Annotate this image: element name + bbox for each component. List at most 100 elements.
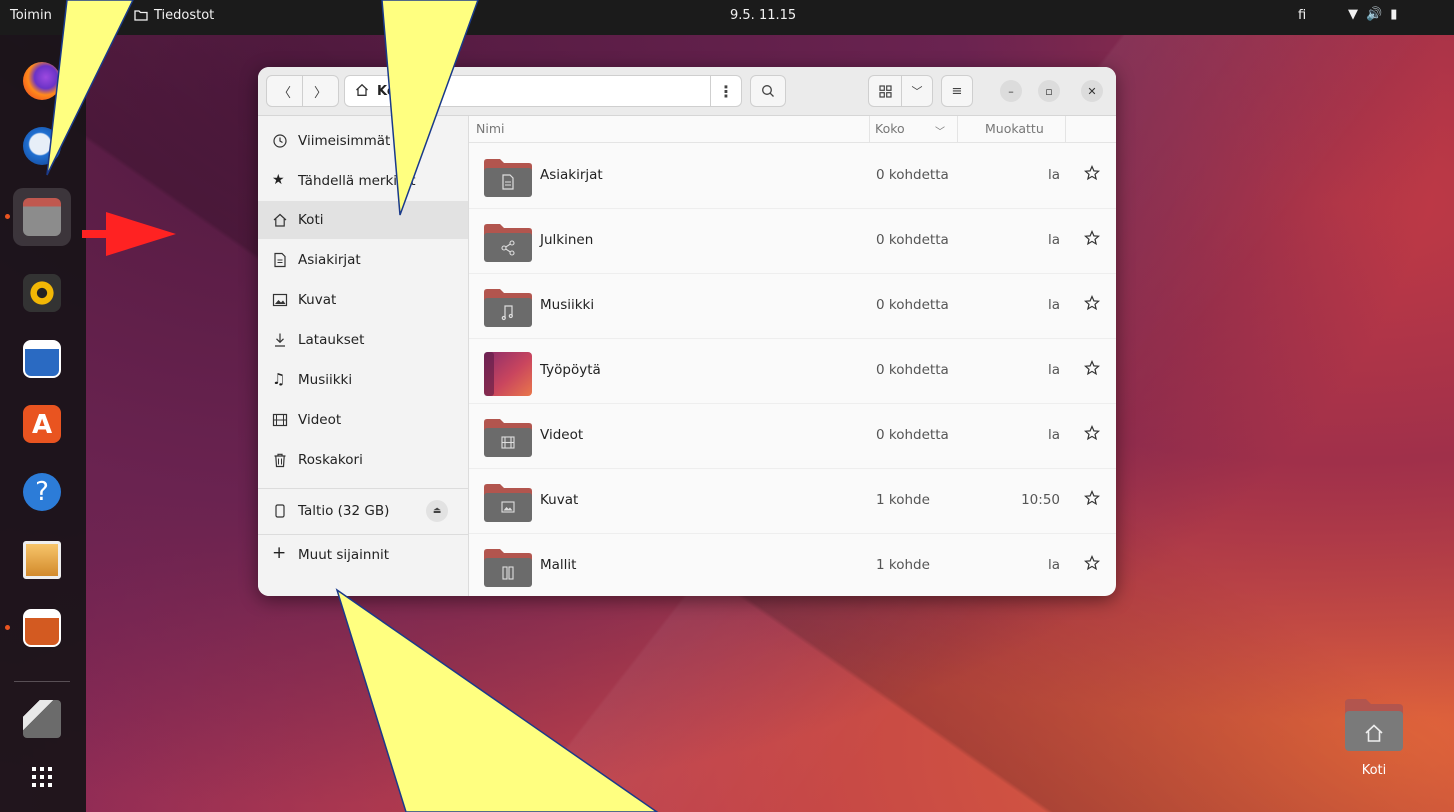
dock-thunderbird[interactable]	[13, 117, 71, 175]
sidebar-item-starred[interactable]: ★ Tähdellä merkityt	[258, 162, 468, 200]
sidebar-item-label: Musiikki	[298, 372, 353, 388]
chevron-left-icon: 〈	[277, 85, 291, 101]
file-row[interactable]: Musiikki 0 kohdetta la	[469, 273, 1116, 339]
clock-icon	[273, 134, 287, 148]
column-divider	[869, 116, 870, 142]
column-size[interactable]: Koko	[875, 121, 905, 136]
column-divider	[1065, 116, 1066, 142]
sidebar-item-recent[interactable]: Viimeisimmät	[258, 122, 468, 160]
file-modified: la	[1047, 167, 1060, 183]
drive-icon	[275, 504, 285, 518]
sd-card-icon	[23, 700, 61, 738]
app-menu[interactable]: Tiedostot	[134, 8, 214, 23]
folder-document-icon	[484, 159, 532, 197]
hamburger-icon: ≡	[951, 83, 963, 99]
sidebar-item-trash[interactable]: Roskakori	[258, 441, 468, 479]
sidebar-item-videos[interactable]: Videot	[258, 401, 468, 439]
desktop-home-icon[interactable]: Koti	[1342, 695, 1406, 785]
minimize-button[interactable]: –	[1000, 80, 1022, 102]
column-modified[interactable]: Muokattu	[985, 121, 1044, 136]
star-outline-icon[interactable]	[1084, 165, 1100, 181]
sidebar-item-documents[interactable]: Asiakirjat	[258, 241, 468, 279]
document-icon	[274, 252, 286, 268]
folder-video-icon	[484, 419, 532, 457]
system-tray[interactable]: ▼ 🔊 ▮	[1348, 7, 1405, 22]
star-outline-icon[interactable]	[1084, 295, 1100, 311]
home-folder-icon	[1345, 699, 1403, 751]
file-row[interactable]: Videot 0 kohdetta la	[469, 403, 1116, 469]
sidebar-item-pictures[interactable]: Kuvat	[258, 281, 468, 319]
file-size: 0 kohdetta	[876, 427, 949, 443]
star-outline-icon[interactable]	[1084, 360, 1100, 376]
back-button[interactable]: 〈	[266, 75, 303, 107]
sidebar-item-home[interactable]: Koti	[258, 201, 468, 239]
sidebar-item-label: Videot	[298, 412, 342, 428]
dock-writer[interactable]	[13, 330, 71, 388]
file-row[interactable]: Työpöytä 0 kohdetta la	[469, 338, 1116, 404]
dock-sd-card[interactable]	[13, 690, 71, 748]
file-modified: la	[1047, 557, 1060, 573]
star-outline-icon[interactable]	[1084, 425, 1100, 441]
file-size: 1 kohde	[876, 557, 930, 573]
file-name: Musiikki	[540, 297, 595, 313]
path-crumb[interactable]: Ko	[377, 84, 396, 99]
sidebar-item-device[interactable]: Taltio (32 GB) ⏏	[258, 491, 468, 531]
view-options-button[interactable]: ﹀	[901, 75, 933, 107]
files-icon	[23, 198, 61, 236]
grid-view-icon	[878, 84, 892, 98]
sort-chevron-icon[interactable]: ﹀	[935, 123, 945, 138]
close-button[interactable]: ✕	[1081, 80, 1103, 102]
path-menu-button[interactable]: ⋮	[710, 76, 741, 106]
sidebar-item-label: Kuvat	[298, 292, 337, 308]
language-indicator[interactable]: fi	[1298, 8, 1306, 23]
dock-rhythmbox[interactable]	[13, 264, 71, 322]
dock-shotwell[interactable]	[13, 531, 71, 589]
file-row[interactable]: Mallit 1 kohde la	[469, 533, 1116, 596]
path-bar[interactable]: Ko ⋮	[344, 75, 742, 107]
sidebar-item-other-locations[interactable]: + Muut sijainnit	[258, 536, 468, 574]
file-modified: 10:50	[1021, 492, 1060, 508]
file-row[interactable]: Julkinen 0 kohdetta la	[469, 208, 1116, 274]
dock-files[interactable]	[5, 188, 71, 246]
maximize-button[interactable]: ▫	[1038, 80, 1060, 102]
home-icon	[356, 83, 368, 96]
forward-button[interactable]: 〉	[302, 75, 339, 107]
folder-public-icon	[484, 224, 532, 262]
sidebar-item-music[interactable]: ♫ Musiikki	[258, 361, 468, 399]
shotwell-icon	[23, 541, 61, 579]
dock-software[interactable]: A	[13, 395, 71, 453]
file-row[interactable]: Kuvat 1 kohde 10:50	[469, 468, 1116, 534]
search-button[interactable]	[750, 75, 786, 107]
dock-app-grid[interactable]	[13, 748, 71, 806]
dock-impress[interactable]	[5, 599, 71, 657]
sidebar-item-downloads[interactable]: Lataukset	[258, 321, 468, 359]
file-name: Mallit	[540, 557, 577, 573]
chevron-right-icon: 〉	[313, 85, 327, 101]
file-name: Kuvat	[540, 492, 579, 508]
file-row[interactable]: Asiakirjat 0 kohdetta la	[469, 143, 1116, 209]
files-window: 〈 〉 Ko ⋮ ﹀ ≡ – ▫ ✕ Viimeisimmät ★ Tähdel…	[258, 67, 1116, 596]
plus-icon: +	[272, 543, 287, 563]
running-indicator	[5, 214, 10, 219]
star-outline-icon[interactable]	[1084, 230, 1100, 246]
column-name[interactable]: Nimi	[476, 121, 504, 136]
writer-icon	[23, 340, 61, 378]
eject-button[interactable]: ⏏	[426, 500, 448, 522]
main-menu-button[interactable]: ≡	[941, 75, 973, 107]
file-modified: la	[1047, 232, 1060, 248]
column-divider	[957, 116, 958, 142]
sidebar-item-label: Viimeisimmät	[298, 133, 391, 149]
sidebar-item-label: Roskakori	[298, 452, 363, 468]
clock[interactable]: 9.5. 11.15	[730, 8, 796, 23]
folder-icon	[134, 10, 148, 21]
dock-firefox[interactable]	[13, 52, 71, 110]
activities-button[interactable]: Toimin	[10, 8, 52, 23]
view-toggle-button[interactable]	[868, 75, 902, 107]
file-name: Julkinen	[540, 232, 594, 248]
eject-icon: ⏏	[432, 506, 442, 516]
sidebar-item-label: Taltio (32 GB)	[298, 503, 390, 519]
dock-help[interactable]: ?	[13, 463, 71, 521]
star-outline-icon[interactable]	[1084, 490, 1100, 506]
file-name: Asiakirjat	[540, 167, 603, 183]
star-outline-icon[interactable]	[1084, 555, 1100, 571]
